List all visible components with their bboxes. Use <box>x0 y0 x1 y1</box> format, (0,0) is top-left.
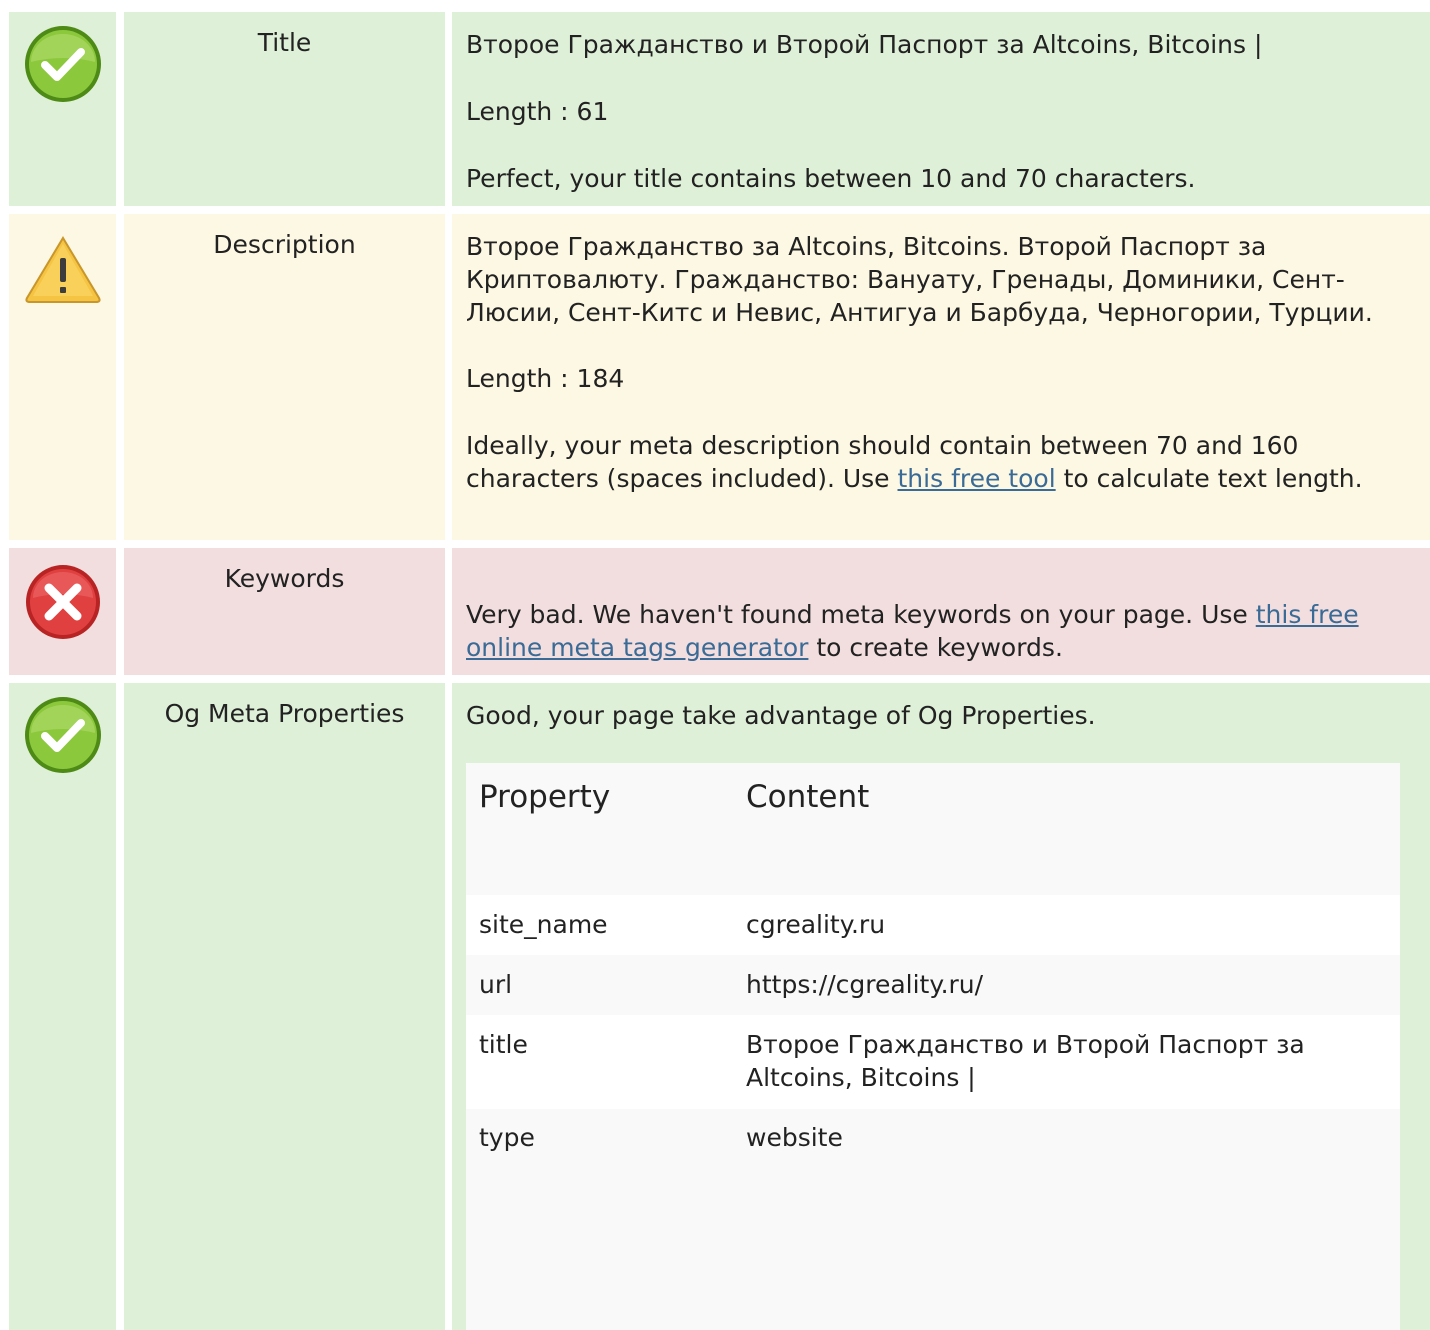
description-length: Length : 184 <box>466 364 625 393</box>
check-circle-icon <box>23 695 103 775</box>
message-text: to create keywords. <box>808 633 1063 662</box>
table-header: Property Content <box>466 763 1400 895</box>
status-cell <box>9 12 116 206</box>
row-label: Title <box>124 12 445 206</box>
property-cell: title <box>479 1030 528 1059</box>
description-value: Второе Гражданство за Altcoins, Bitcoins… <box>466 232 1373 327</box>
row-label: Og Meta Properties <box>124 683 445 1330</box>
content-cell: website <box>746 1123 843 1152</box>
title-message: Perfect, your title contains between 10 … <box>466 164 1196 193</box>
content-cell: Второе Гражданство и Второй Паспорт за A… <box>746 1030 1305 1092</box>
warning-triangle-icon <box>23 232 103 312</box>
property-column-header: Property <box>479 779 611 815</box>
title-length: Length : 61 <box>466 97 609 126</box>
content-column-header: Content <box>746 779 870 815</box>
row-content: Второе Гражданство и Второй Паспорт за A… <box>452 12 1430 206</box>
row-label: Description <box>124 214 445 540</box>
description-message: Ideally, your meta description should co… <box>466 429 1422 495</box>
og-properties-table: Property Content site_name cgreality.ru … <box>466 763 1400 1330</box>
og-message: Good, your page take advantage of Og Pro… <box>466 701 1096 730</box>
property-cell: type <box>479 1123 535 1152</box>
title-row: Title Второе Гражданство и Второй Паспор… <box>0 12 1430 206</box>
property-cell: site_name <box>479 910 608 939</box>
message-text: Very bad. We haven't found meta keywords… <box>466 600 1256 629</box>
free-tool-link[interactable]: this free tool <box>898 464 1056 493</box>
close-circle-icon <box>23 562 103 642</box>
seo-report: Title Второе Гражданство и Второй Паспор… <box>0 0 1430 1330</box>
keywords-row: Keywords Very bad. We haven't found meta… <box>0 548 1430 675</box>
message-text: to calculate text length. <box>1055 464 1363 493</box>
content-cell: cgreality.ru <box>746 910 886 939</box>
table-row: site_name cgreality.ru <box>466 895 1400 955</box>
row-content: Второе Гражданство за Altcoins, Bitcoins… <box>452 214 1430 540</box>
status-cell <box>9 214 116 540</box>
row-label: Keywords <box>124 548 445 675</box>
table-row: type website <box>466 1109 1400 1330</box>
table-row: title Второе Гражданство и Второй Паспор… <box>466 1015 1400 1109</box>
property-cell: url <box>479 970 513 999</box>
table-row: url https://cgreality.ru/ <box>466 955 1400 1015</box>
row-content: Very bad. We haven't found meta keywords… <box>452 548 1430 675</box>
check-circle-icon <box>23 24 103 104</box>
content-cell: https://cgreality.ru/ <box>746 970 984 999</box>
keywords-message: Very bad. We haven't found meta keywords… <box>466 598 1422 664</box>
description-row: Description Второе Гражданство за Altcoi… <box>0 214 1430 540</box>
title-value: Второе Гражданство и Второй Паспорт за A… <box>466 30 1263 59</box>
status-cell <box>9 548 116 675</box>
status-cell <box>9 683 116 1330</box>
